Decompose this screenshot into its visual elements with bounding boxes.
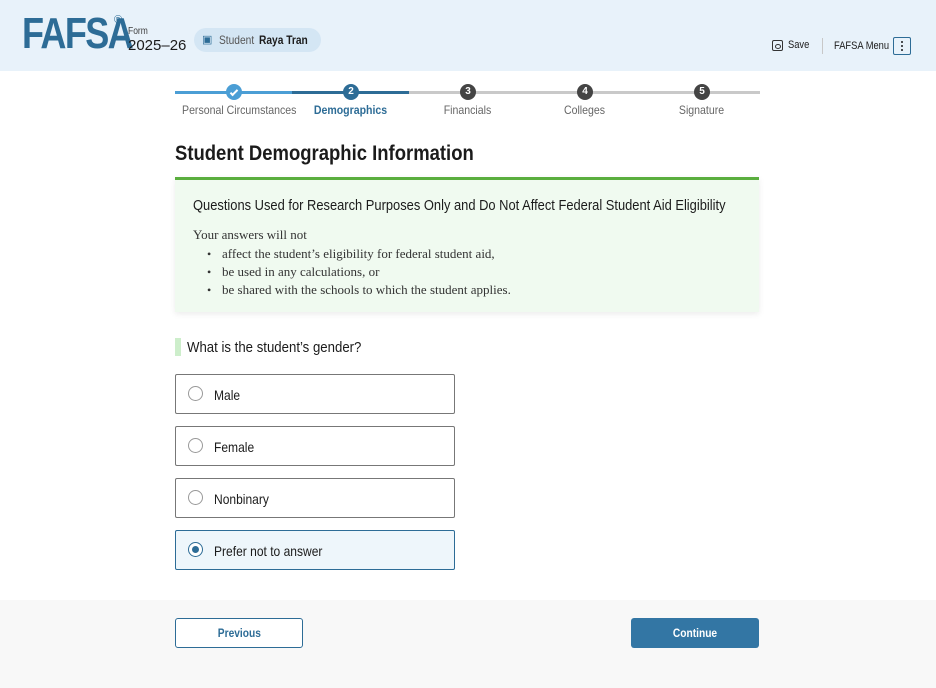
radio-button[interactable] bbox=[188, 386, 203, 401]
kebab-dot bbox=[901, 41, 903, 43]
form-year: 2025–26 bbox=[128, 37, 187, 54]
step-colleges: 4 Colleges bbox=[526, 82, 643, 122]
menu-button[interactable] bbox=[893, 37, 911, 55]
step-number: 3 bbox=[460, 84, 476, 100]
student-label: Student bbox=[219, 33, 255, 47]
step-personal-circumstances[interactable]: Personal Circumstances bbox=[175, 82, 297, 122]
gender-question: What is the student’s gender? bbox=[187, 339, 362, 356]
list-item: be used in any calculations, or bbox=[205, 263, 511, 281]
save-button[interactable]: Save bbox=[772, 39, 813, 51]
page-title: Student Demographic Information bbox=[175, 142, 474, 165]
page-footer bbox=[0, 600, 936, 688]
question-accent-bar bbox=[175, 338, 181, 356]
kebab-dot bbox=[901, 45, 903, 47]
option-male[interactable]: Male bbox=[175, 374, 455, 414]
continue-button[interactable]: Continue bbox=[631, 618, 759, 648]
save-icon bbox=[772, 39, 783, 51]
step-number: 2 bbox=[343, 84, 359, 100]
option-label: Nonbinary bbox=[214, 491, 269, 507]
radio-button[interactable] bbox=[188, 438, 203, 453]
option-label: Prefer not to answer bbox=[214, 543, 323, 559]
list-item: affect the student’s eligibility for fed… bbox=[205, 245, 511, 263]
header-divider bbox=[822, 38, 823, 54]
option-prefer-not-to-answer[interactable]: Prefer not to answer bbox=[175, 530, 455, 570]
continue-label: Continue bbox=[672, 626, 718, 640]
step-number: 4 bbox=[577, 84, 593, 100]
registered-mark: ® bbox=[114, 14, 123, 26]
radio-button[interactable] bbox=[188, 490, 203, 505]
site-header: FAFSA ® Form 2025–26 ▣ Student Raya Tran… bbox=[0, 0, 936, 71]
kebab-dot bbox=[901, 49, 903, 51]
checkmark-icon bbox=[229, 87, 239, 97]
option-female[interactable]: Female bbox=[175, 426, 455, 466]
alert-intro: Your answers will not bbox=[193, 227, 307, 242]
step-label: Demographics bbox=[313, 103, 388, 117]
option-nonbinary[interactable]: Nonbinary bbox=[175, 478, 455, 518]
previous-label: Previous bbox=[217, 626, 261, 640]
step-complete-circle bbox=[226, 84, 242, 100]
previous-button[interactable]: Previous bbox=[175, 618, 303, 648]
progress-stepper: Personal Circumstances 2 Demographics 3 … bbox=[175, 82, 760, 122]
alert-bullet-list: affect the student’s eligibility for fed… bbox=[205, 245, 511, 299]
step-number: 5 bbox=[694, 84, 710, 100]
save-label: Save bbox=[788, 39, 810, 51]
research-info-alert: Questions Used for Research Purposes Onl… bbox=[175, 177, 759, 312]
step-signature: 5 Signature bbox=[643, 82, 760, 122]
alert-title: Questions Used for Research Purposes Onl… bbox=[193, 197, 726, 214]
step-label: Signature bbox=[678, 103, 725, 117]
list-item: be shared with the schools to which the … bbox=[205, 281, 511, 299]
form-label: Form bbox=[128, 26, 148, 37]
option-label: Female bbox=[214, 439, 255, 455]
step-label: Colleges bbox=[563, 103, 606, 117]
fafsa-menu-link[interactable]: FAFSA Menu bbox=[834, 40, 889, 52]
student-name: Raya Tran bbox=[259, 33, 309, 47]
step-label: Personal Circumstances bbox=[182, 103, 297, 117]
student-badge: ▣ Student Raya Tran bbox=[194, 28, 321, 52]
step-label: Financials bbox=[443, 103, 492, 117]
graduation-cap-icon: ▣ bbox=[202, 34, 213, 46]
radio-button-selected[interactable] bbox=[188, 542, 203, 557]
step-financials: 3 Financials bbox=[409, 82, 526, 122]
option-label: Male bbox=[214, 387, 241, 403]
step-demographics[interactable]: 2 Demographics bbox=[292, 82, 409, 122]
